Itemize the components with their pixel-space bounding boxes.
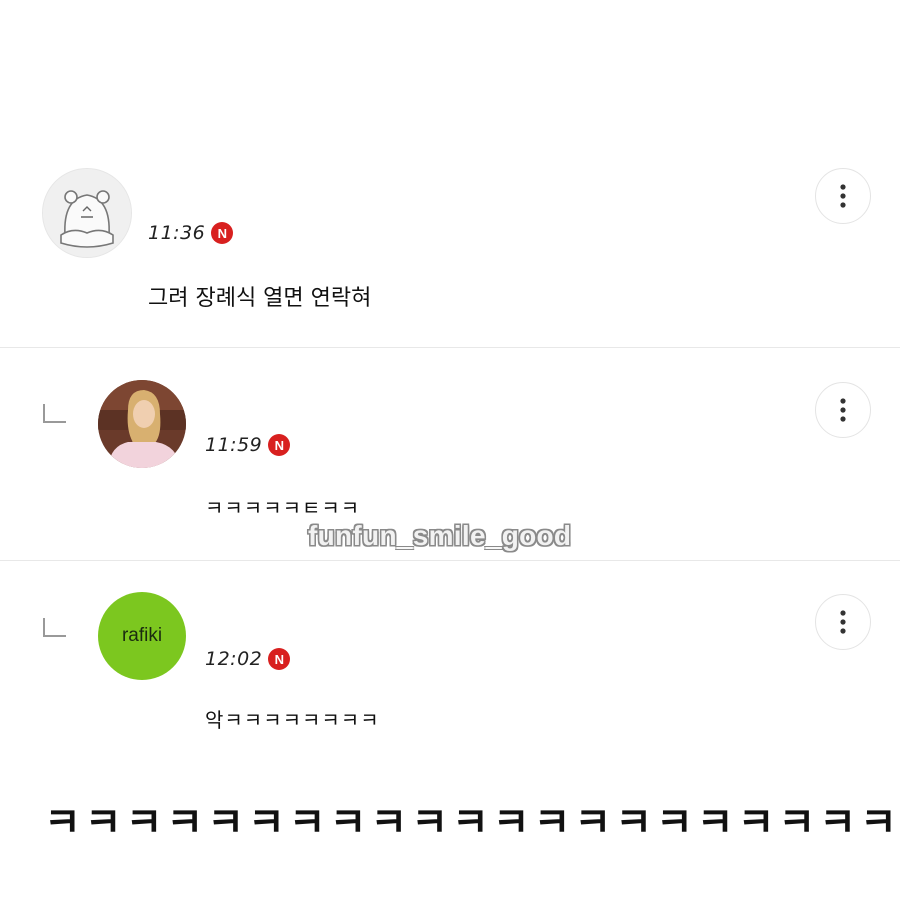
more-options-button[interactable]	[815, 168, 871, 224]
avatar[interactable]	[98, 380, 186, 468]
avatar-label: rafiki	[121, 625, 163, 646]
hamster-sketch-icon	[43, 169, 131, 257]
comment-meta: 11:59 N	[205, 434, 291, 456]
more-options-button[interactable]	[815, 382, 871, 438]
reply-corner-icon	[43, 618, 66, 637]
divider	[0, 347, 900, 348]
reply-corner-icon	[43, 404, 66, 423]
vertical-ellipsis-icon	[840, 184, 846, 208]
comment-meta: 11:36 N	[148, 222, 234, 244]
comment-time: 12:02	[205, 648, 263, 670]
avatar[interactable]: rafiki	[98, 592, 186, 680]
vertical-ellipsis-icon	[840, 398, 846, 422]
comment-text: ㅋㅋㅋㅋㅋㅌㅋㅋ	[205, 496, 361, 520]
new-badge-icon: N	[268, 434, 291, 456]
new-badge-icon: N	[211, 222, 234, 244]
divider	[0, 560, 900, 561]
vertical-ellipsis-icon	[840, 610, 846, 634]
comment-text: 그려 장례식 열면 연락혀	[148, 286, 372, 311]
avatar[interactable]	[42, 168, 132, 258]
comment-text: 악ㅋㅋㅋㅋㅋㅋㅋㅋ	[205, 708, 380, 732]
watermark: funfun_smile_good	[308, 520, 572, 551]
photo-avatar-icon	[98, 380, 186, 468]
comment-time: 11:59	[205, 434, 263, 456]
caption-text: ㅋㅋㅋㅋㅋㅋㅋㅋㅋㅋㅋㅋㅋㅋㅋㅋㅋㅋㅋㅋㅋ	[44, 800, 900, 846]
comment-meta: 12:02 N	[205, 648, 291, 670]
more-options-button[interactable]	[815, 594, 871, 650]
new-badge-icon: N	[268, 648, 291, 670]
comment-time: 11:36	[148, 222, 206, 244]
